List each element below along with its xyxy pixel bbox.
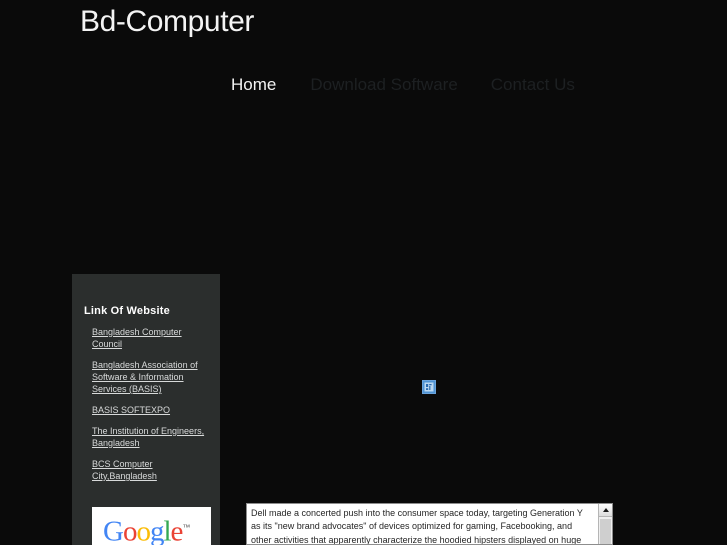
main-navigation: Home Download Software Contact Us [231,73,575,99]
broken-image-icon[interactable] [422,380,436,394]
list-item: Bangladesh Computer Council [92,326,214,350]
sidebar: Link Of Website Bangladesh Computer Coun… [72,274,220,545]
article-text: Dell made a concerted push into the cons… [251,508,583,544]
sidebar-link-institution-of-engineers[interactable]: The Institution of Engineers, Bangladesh [92,425,214,449]
sidebar-link-list: Bangladesh Computer Council Bangladesh A… [92,326,214,491]
nav-item-contact-us[interactable]: Contact Us [491,73,575,97]
google-logo-letter-o2: o [136,515,150,545]
sidebar-link-basis[interactable]: Bangladesh Association of Software & Inf… [92,359,214,395]
list-item: BASIS SOFTEXPO [92,404,214,416]
google-logo: Google™ [103,513,190,545]
scrollbar-thumb[interactable] [600,519,611,544]
trademark-symbol: ™ [182,523,191,532]
google-logo-letter-e: e [170,515,184,545]
vertical-scrollbar[interactable] [598,504,612,544]
google-logo-letter-l: l [163,515,171,545]
google-badge[interactable]: Google™ [92,507,211,545]
google-logo-letter-g: G [103,515,124,545]
article-scroll-box[interactable]: Dell made a concerted push into the cons… [246,503,613,545]
page-title: Bd-Computer [80,5,255,38]
broken-image-glyph [422,380,436,394]
list-item: Bangladesh Association of Software & Inf… [92,359,214,395]
list-item: BCS Computer City,Bangladesh [92,458,214,482]
nav-item-download-software[interactable]: Download Software [310,73,457,97]
sidebar-link-bcs-computer-city[interactable]: BCS Computer City,Bangladesh [92,458,214,482]
sidebar-heading: Link Of Website [84,305,170,317]
site-header: Bd-Computer [80,2,680,50]
google-logo-letter-g2: g [149,515,164,545]
google-logo-letter-o1: o [122,515,137,545]
list-item: The Institution of Engineers, Bangladesh [92,425,214,449]
triangle-up-icon [602,508,609,512]
nav-item-home[interactable]: Home [231,73,276,97]
sidebar-link-bangladesh-computer-council[interactable]: Bangladesh Computer Council [92,326,214,350]
sidebar-link-basis-softexpo[interactable]: BASIS SOFTEXPO [92,404,214,416]
scroll-up-button[interactable] [599,504,612,517]
